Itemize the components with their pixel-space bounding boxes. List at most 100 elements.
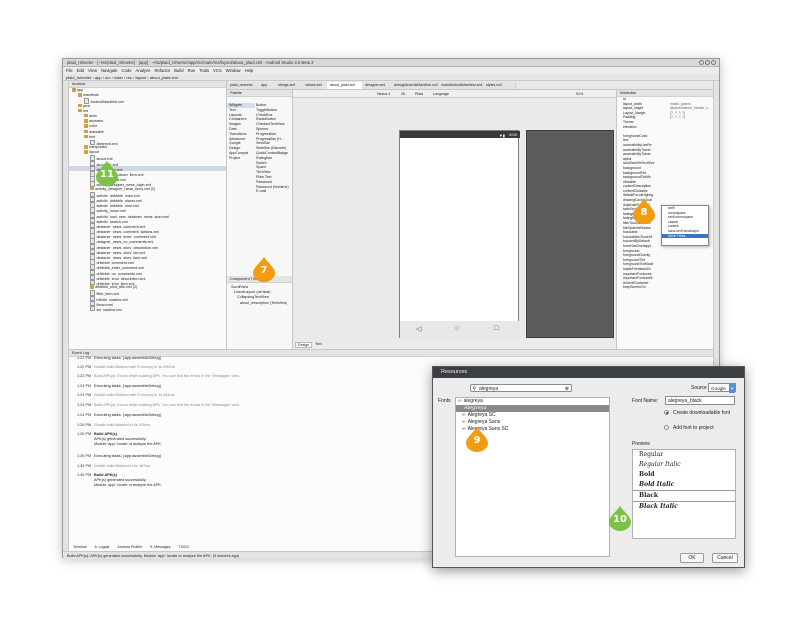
attribute-name: elevation bbox=[623, 124, 637, 129]
log-entry: 1:22 PM Gradle build finished with 5 erro… bbox=[77, 365, 175, 369]
language-selector[interactable]: Language bbox=[433, 90, 449, 97]
attribute-row[interactable]: keepScreenOn bbox=[617, 285, 713, 290]
attribute-name: backgroundTintMo bbox=[623, 175, 651, 180]
font-name-value: alegreya_black bbox=[668, 398, 702, 404]
font-name-input[interactable]: alegreya_black bbox=[665, 396, 735, 405]
ok-button[interactable]: OK bbox=[680, 553, 704, 563]
source-select[interactable]: Google Fonts ▾ bbox=[708, 383, 736, 400]
attribute-name: id bbox=[623, 97, 626, 101]
radio-project-label: Add font to project bbox=[673, 425, 714, 431]
editor-tab[interactable]: styles.xml bbox=[483, 82, 516, 89]
log-text[interactable]: Build APK(s): Errors while building APK.… bbox=[94, 403, 240, 407]
back-icon[interactable]: ◁ bbox=[416, 325, 421, 333]
breadcrumb-item[interactable]: about_plaid.xml bbox=[150, 75, 178, 80]
blueprint-preview[interactable] bbox=[526, 130, 614, 338]
log-text[interactable]: Build APK(s) bbox=[94, 473, 117, 477]
menu-item-help[interactable]: Help bbox=[245, 68, 254, 73]
editor-tab[interactable]: main/AndroidManifest.xml bbox=[438, 82, 489, 89]
attributes-title: Attributes bbox=[617, 90, 713, 97]
bottom-tab[interactable]: Android Profiler bbox=[117, 545, 142, 549]
design-text-tabs: Design Text bbox=[293, 342, 413, 349]
tab-design[interactable]: Design bbox=[295, 342, 313, 348]
log-text[interactable]: Module 'app': locate or analyze the APK. bbox=[94, 483, 162, 487]
menu-item-analyze[interactable]: Analyze bbox=[136, 68, 151, 73]
log-entry: APK(s) generated successfully. bbox=[77, 437, 146, 441]
font-search-input[interactable]: ⚲ alegreya ⊗ bbox=[470, 384, 572, 392]
bottom-tab[interactable]: 6: Logcat bbox=[95, 545, 110, 549]
bottom-tab[interactable]: Terminal bbox=[73, 545, 87, 549]
font-list-item[interactable]: ∞ alegreya bbox=[456, 398, 609, 405]
attribute-name: accessibilityLiveRe bbox=[623, 142, 652, 147]
menu-item-tools[interactable]: Tools bbox=[199, 68, 209, 73]
font-name: Alegreya Sans bbox=[467, 419, 501, 425]
font-family-dropdown[interactable]: serif monospace serif-monospace casual cursi… bbox=[661, 205, 709, 246]
attributes-list: id layout_width match_parent layout_height @… bbox=[617, 97, 713, 290]
menu-item-vcs[interactable]: VCS bbox=[213, 68, 222, 73]
log-entry: 1:26 PM Gradle build finished in 4s 929ms bbox=[77, 423, 150, 427]
api-selector[interactable]: 26 bbox=[401, 90, 405, 97]
menu-item-refactor[interactable]: Refactor bbox=[154, 68, 170, 73]
folder-icon bbox=[90, 285, 94, 289]
source-label: Source bbox=[691, 385, 707, 391]
font-list-item[interactable]: ∞ Alegreya Sans bbox=[456, 419, 609, 426]
font-option[interactable]: More Fonts... bbox=[662, 233, 708, 239]
log-entry: 1:24 PM Gradle build finished with 5 erro… bbox=[77, 393, 175, 397]
tab-text[interactable]: Text bbox=[313, 342, 324, 346]
attribute-name: keepScreenOn bbox=[623, 285, 646, 290]
close-icon[interactable] bbox=[711, 60, 716, 65]
preview-style-option[interactable]: Bold Italic bbox=[633, 480, 735, 490]
status-bar: 8:00 ▼▮ bbox=[400, 131, 520, 138]
radio-downloadable[interactable] bbox=[664, 410, 669, 415]
bottom-tab[interactable]: TODO bbox=[179, 545, 189, 549]
maximize-icon[interactable] bbox=[705, 60, 710, 65]
minimize-icon[interactable] bbox=[699, 60, 704, 65]
editor-tab[interactable]: debug/AndroidManifest.xml bbox=[391, 82, 444, 89]
menu-item-build[interactable]: Build bbox=[174, 68, 183, 73]
theme-selector[interactable]: Plaid bbox=[415, 90, 423, 97]
component-tree-row[interactable]: about_description (TextView) bbox=[227, 301, 292, 306]
menu-item-code[interactable]: Code bbox=[122, 68, 132, 73]
preview-style-option[interactable]: Regular bbox=[633, 450, 735, 460]
menu-item-file[interactable]: File bbox=[66, 68, 73, 73]
log-time: 1:22 PM bbox=[77, 356, 92, 360]
menu-item-edit[interactable]: Edit bbox=[77, 68, 84, 73]
breadcrumb-item[interactable]: plaid_rsheeter bbox=[66, 75, 91, 80]
preview-style-option[interactable]: Black bbox=[633, 490, 735, 502]
design-canvas[interactable]: 8:00 ▼▮ ◁ ○ □ bbox=[293, 98, 616, 349]
cancel-button[interactable]: Cancel bbox=[712, 553, 738, 563]
menu-item-window[interactable]: Window bbox=[226, 68, 241, 73]
preview-style-option[interactable]: Regular Italic bbox=[633, 460, 735, 470]
recents-icon[interactable]: □ bbox=[494, 325, 498, 332]
attribute-name: fitsSystemWindow bbox=[623, 225, 651, 230]
breadcrumb-item[interactable]: layout bbox=[135, 75, 146, 80]
clear-search-icon[interactable]: ⊗ bbox=[565, 385, 569, 393]
preview-style-option[interactable]: Bold bbox=[633, 470, 735, 480]
font-list-item[interactable]: Alegreya bbox=[456, 405, 609, 412]
preview-style-option[interactable]: Black Italic bbox=[633, 502, 735, 512]
breadcrumb-item[interactable]: main bbox=[114, 75, 123, 80]
phone-preview[interactable]: 8:00 ▼▮ ◁ ○ □ bbox=[399, 130, 520, 339]
google-fonts-icon: ∞ bbox=[458, 398, 462, 404]
attribute-name: foregroundColor bbox=[623, 133, 648, 138]
attribute-name: Padding bbox=[623, 115, 636, 120]
log-text[interactable]: Module 'app': locate or analyze the APK. bbox=[94, 442, 162, 446]
log-text[interactable]: Build APK(s) bbox=[94, 432, 117, 436]
breadcrumb-item[interactable]: app bbox=[95, 75, 102, 80]
radio-add-to-project[interactable] bbox=[664, 425, 669, 430]
tree-label: manifests bbox=[83, 93, 99, 98]
menu-item-navigate[interactable]: Navigate bbox=[101, 68, 118, 73]
palette-item[interactable]: E-mail bbox=[256, 189, 292, 194]
log-text[interactable]: Build APK(s): Errors while building APK.… bbox=[94, 374, 240, 378]
tree-label: font bbox=[89, 134, 96, 139]
window-title: plaid_rsheeter - [~/ss/plaid_rsheeter] -… bbox=[63, 59, 719, 67]
font-list-item[interactable]: ∞ Alegreya SC bbox=[456, 412, 609, 419]
bottom-tab[interactable]: 0: Messages bbox=[150, 545, 170, 549]
menu-item-view[interactable]: View bbox=[88, 68, 97, 73]
device-selector[interactable]: Nexus 4 bbox=[377, 90, 390, 97]
home-icon[interactable]: ○ bbox=[455, 325, 459, 332]
project-panel-header[interactable]: Android bbox=[69, 81, 226, 88]
attribute-name: foregroundGravity bbox=[623, 253, 651, 258]
menu-item-run[interactable]: Run bbox=[188, 68, 196, 73]
palette-category[interactable]: Project bbox=[227, 156, 255, 161]
tree-file[interactable]: list_loading.xml bbox=[69, 305, 226, 312]
